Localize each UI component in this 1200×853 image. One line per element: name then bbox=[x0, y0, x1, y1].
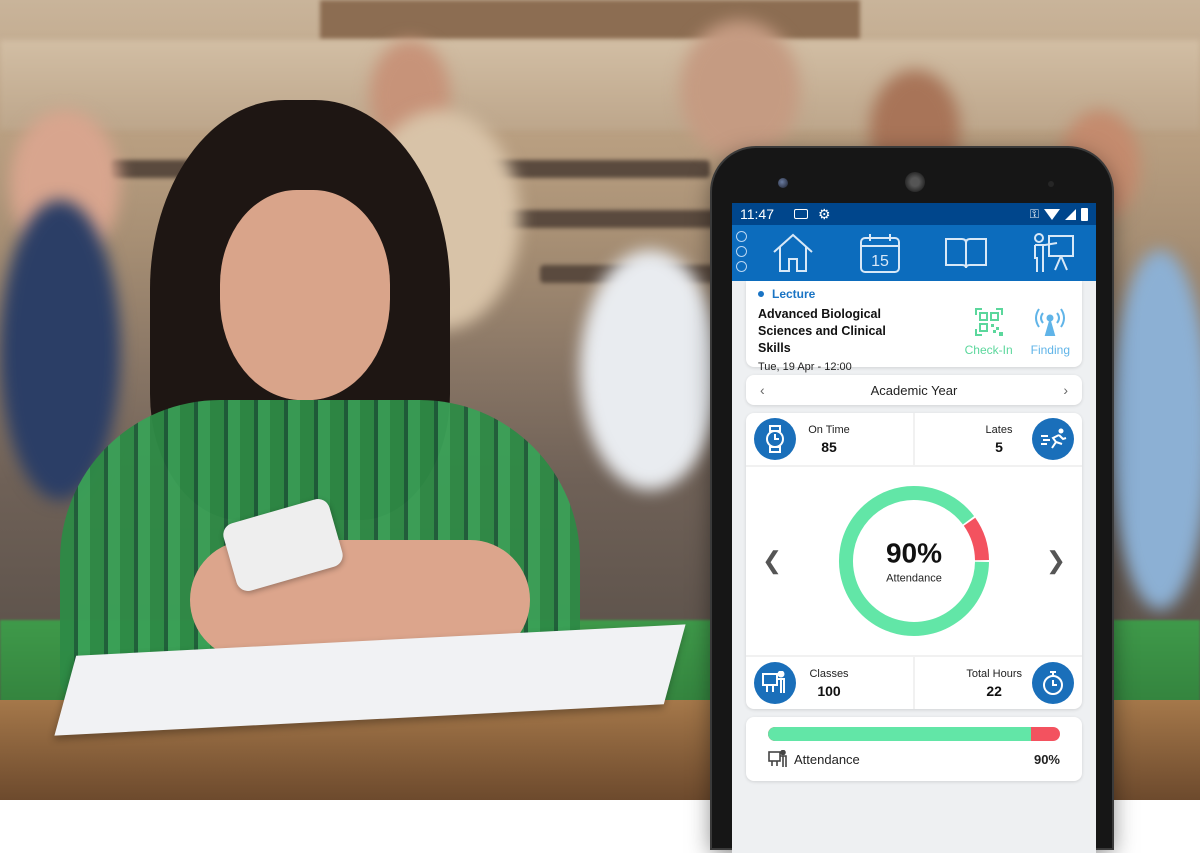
sim-card-icon bbox=[794, 209, 808, 219]
attendance-donut-chart: ❮ 90% Attendance ❯ bbox=[746, 467, 1082, 655]
phone-device: 11:47 ⚙ ⚿ 15 Lecture Advanced Biological… bbox=[712, 148, 1112, 853]
qr-code-icon bbox=[974, 308, 1003, 336]
wifi-icon bbox=[1044, 208, 1060, 220]
nav-calendar[interactable]: 15 bbox=[855, 230, 905, 276]
running-person-icon bbox=[1032, 418, 1074, 460]
background-student bbox=[580, 250, 720, 490]
signal-icon bbox=[1065, 208, 1076, 220]
nav-courses[interactable] bbox=[941, 230, 991, 276]
lecture-title: Advanced Biological Sciences and Clinica… bbox=[758, 307, 886, 355]
menu-button[interactable] bbox=[736, 231, 747, 272]
finding-button[interactable]: Finding bbox=[1031, 307, 1070, 357]
attendance-stats-card: On Time 85 Lates 5 ❮ 90% Attendance ❯ Cl… bbox=[746, 413, 1082, 709]
attendance-progress-bar bbox=[768, 727, 1060, 741]
stat-classes: Classes 100 bbox=[746, 657, 913, 709]
on-time-label: On Time bbox=[808, 423, 850, 436]
attendance-progress-card: Attendance 90% bbox=[746, 717, 1082, 781]
calendar-icon: 15 bbox=[859, 234, 900, 273]
chart-next-button[interactable]: ❯ bbox=[1046, 547, 1066, 576]
stopwatch-icon bbox=[1032, 662, 1074, 704]
period-next-button[interactable]: › bbox=[1063, 382, 1068, 398]
watch-icon bbox=[754, 418, 796, 460]
lecture-type-badge: Lecture bbox=[758, 287, 965, 301]
lates-value: 5 bbox=[995, 438, 1003, 455]
student-with-phone bbox=[40, 100, 600, 720]
check-in-label: Check-In bbox=[964, 343, 1013, 357]
earpiece-speaker bbox=[905, 172, 925, 192]
app-screen: 11:47 ⚙ ⚿ 15 Lecture Advanced Biological… bbox=[732, 203, 1096, 853]
lecture-card[interactable]: Lecture Advanced Biological Sciences and… bbox=[746, 281, 1082, 373]
finding-label: Finding bbox=[1030, 343, 1070, 357]
period-label: Academic Year bbox=[870, 382, 958, 398]
stat-total-hours: Total Hours 22 bbox=[913, 657, 1082, 709]
lates-label: Lates bbox=[985, 423, 1013, 436]
wall-panel bbox=[320, 0, 860, 40]
classes-label: Classes bbox=[809, 667, 849, 680]
front-camera bbox=[778, 178, 788, 188]
attendance-progress-fill bbox=[768, 727, 1031, 741]
progress-percent: 90% bbox=[1033, 751, 1060, 767]
beacon-signal-icon bbox=[1035, 308, 1066, 336]
menu-dot-icon bbox=[736, 246, 747, 257]
nav-lectures[interactable] bbox=[1028, 230, 1078, 276]
presenter-icon bbox=[1033, 233, 1074, 272]
student-face bbox=[220, 190, 390, 400]
classes-value: 100 bbox=[817, 682, 841, 699]
lecture-type-label: Lecture bbox=[772, 287, 816, 301]
background-student bbox=[680, 20, 800, 160]
background-student bbox=[1110, 250, 1200, 610]
nav-home[interactable] bbox=[768, 230, 818, 276]
total-hours-value: 22 bbox=[986, 682, 1002, 699]
donut-label: Attendance bbox=[886, 572, 942, 585]
proximity-sensor bbox=[1048, 181, 1054, 187]
classroom-presenter-icon bbox=[754, 662, 796, 704]
top-navigation-bar: 15 bbox=[732, 225, 1096, 281]
menu-dot-icon bbox=[736, 231, 747, 242]
book-icon bbox=[945, 238, 988, 269]
calendar-day: 15 bbox=[871, 253, 889, 270]
stat-lates: Lates 5 bbox=[913, 413, 1082, 465]
bullet-dot-icon bbox=[758, 291, 764, 297]
period-selector: ‹ Academic Year › bbox=[746, 375, 1082, 405]
progress-label: Attendance bbox=[794, 751, 860, 767]
classroom-presenter-icon bbox=[768, 750, 787, 767]
gear-icon: ⚙ bbox=[818, 205, 831, 222]
status-bar: 11:47 ⚙ ⚿ bbox=[732, 203, 1096, 225]
donut-percent: 90% bbox=[885, 537, 943, 569]
stat-on-time: On Time 85 bbox=[746, 413, 913, 465]
home-icon bbox=[773, 233, 813, 272]
status-time: 11:47 bbox=[740, 206, 774, 222]
lecture-datetime: Tue, 19 Apr - 12:00 bbox=[758, 361, 852, 373]
on-time-value: 85 bbox=[821, 438, 837, 455]
battery-icon bbox=[1081, 207, 1088, 221]
vpn-key-icon: ⚿ bbox=[1029, 206, 1039, 221]
menu-dot-icon bbox=[736, 261, 747, 272]
total-hours-label: Total Hours bbox=[966, 667, 1022, 680]
period-prev-button[interactable]: ‹ bbox=[760, 382, 765, 398]
check-in-button[interactable]: Check-In bbox=[965, 307, 1013, 357]
